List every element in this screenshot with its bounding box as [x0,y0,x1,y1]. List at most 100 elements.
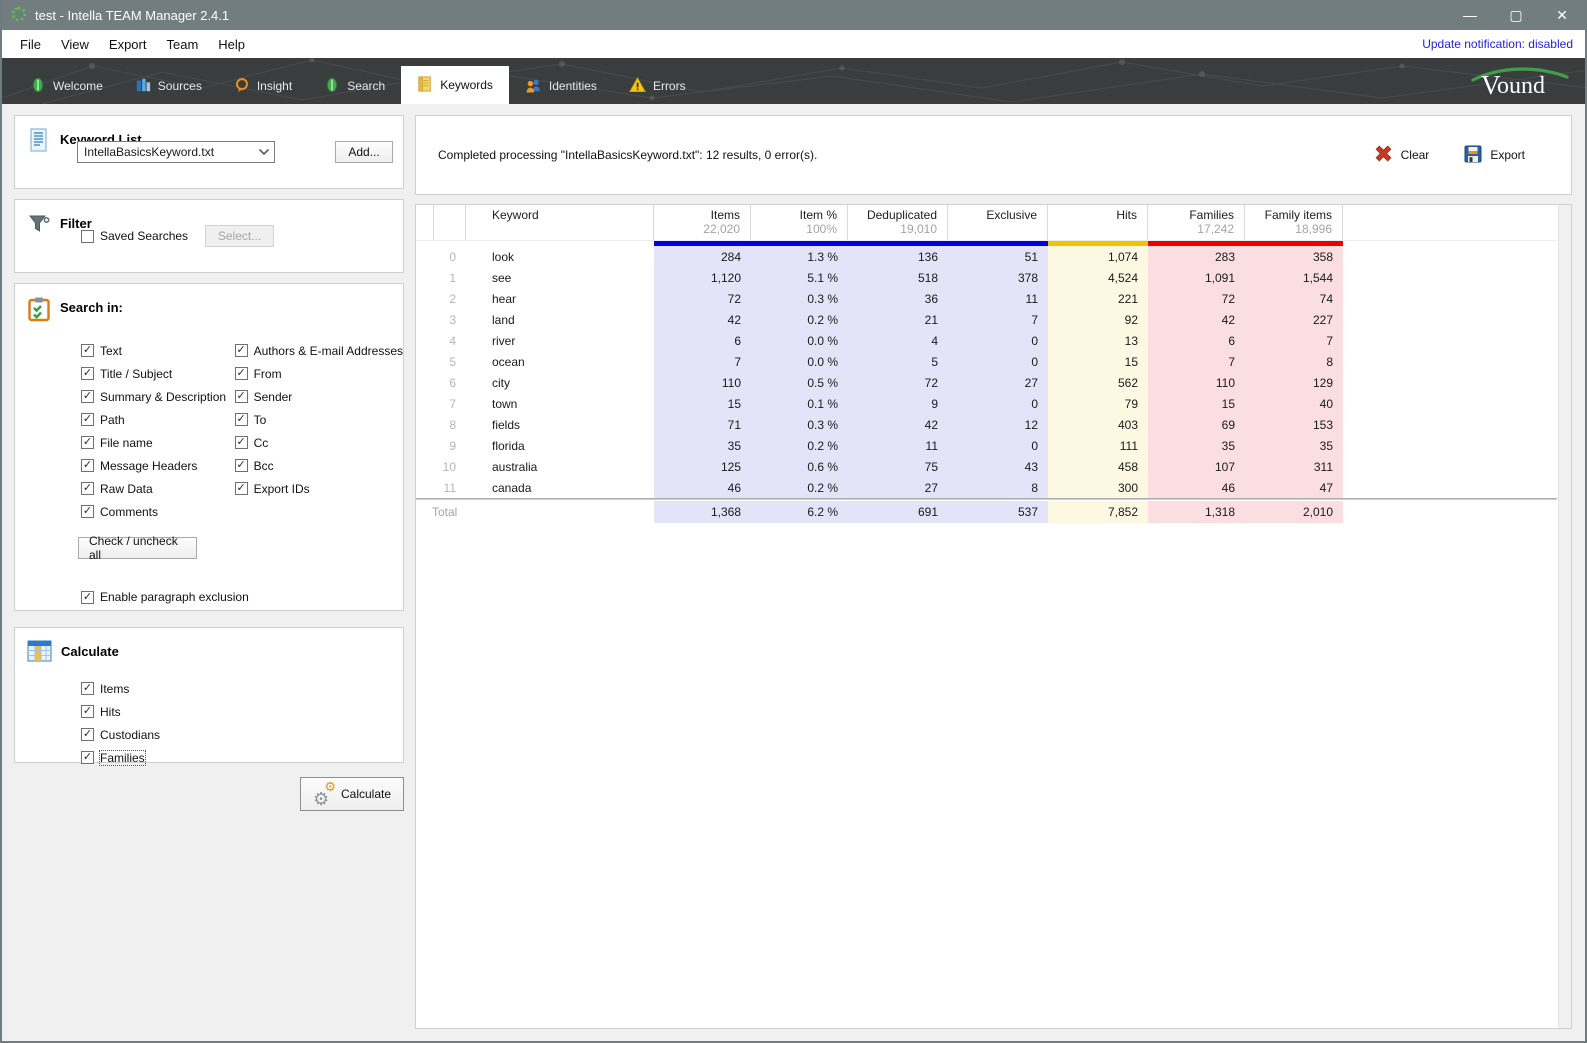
close-button[interactable]: ✕ [1539,0,1585,30]
checkbox-checked[interactable]: ✓ [81,390,94,403]
calculate-option-families[interactable]: ✓Families [81,746,403,769]
search-in-option-to[interactable]: ✓To [235,408,403,431]
table-row[interactable]: 2hear720.3 %36112217274 [416,288,1557,309]
minimize-button[interactable]: — [1447,0,1493,30]
tab-insight[interactable]: Insight [218,68,308,104]
export-button[interactable]: Export [1463,144,1525,167]
checkbox-checked[interactable]: ✓ [81,682,94,695]
table-row[interactable]: 8fields710.3 %421240369153 [416,414,1557,435]
search-in-right-column: ✓Authors & E-mail Addresses✓From✓Sender✓… [235,339,403,523]
keyword-list-dropdown[interactable]: IntellaBasicsKeyword.txt [77,141,275,163]
value-cell-families: 72 [1148,288,1245,309]
tab-identities[interactable]: Identities [509,68,613,104]
search-in-option-message-headers[interactable]: ✓Message Headers [81,454,235,477]
value-cell-family-items: 358 [1245,246,1343,267]
search-in-option-bcc[interactable]: ✓Bcc [235,454,403,477]
calculate-button[interactable]: ⚙⚙ Calculate [300,777,404,811]
table-row[interactable]: 0look2841.3 %136511,074283358 [416,246,1557,267]
update-notification-link[interactable]: Update notification: disabled [1422,37,1573,51]
search-in-option-title-subject[interactable]: ✓Title / Subject [81,362,235,385]
column-header-items[interactable]: Items22,020 [654,205,751,240]
checkbox-checked[interactable]: ✓ [81,459,94,472]
checkbox-checked[interactable]: ✓ [81,591,94,604]
checkbox-unchecked[interactable] [81,230,94,243]
column-header-deduplicated[interactable]: Deduplicated19,010 [848,205,948,240]
search-in-option-from[interactable]: ✓From [235,362,403,385]
table-row[interactable]: 7town150.1 %90791540 [416,393,1557,414]
checkbox-checked[interactable]: ✓ [235,344,248,357]
checkbox-checked[interactable]: ✓ [235,459,248,472]
row-select-cell [416,456,434,477]
row-number: 3 [434,309,466,330]
select-saved-searches-button[interactable]: Select... [205,225,274,247]
tab-search[interactable]: Search [308,68,401,104]
search-in-option-export-ids[interactable]: ✓Export IDs [235,477,403,500]
search-in-option-authors-e-mail-addresses[interactable]: ✓Authors & E-mail Addresses [235,339,403,362]
checkbox-checked[interactable]: ✓ [81,751,94,764]
checkbox-checked[interactable]: ✓ [235,390,248,403]
checkbox-checked[interactable]: ✓ [81,436,94,449]
table-row[interactable]: 1see1,1205.1 %5183784,5241,0911,544 [416,267,1557,288]
check-uncheck-all-button[interactable]: Check / uncheck all [78,537,197,559]
search-in-option-path[interactable]: ✓Path [81,408,235,431]
checkbox-checked[interactable]: ✓ [235,436,248,449]
checkbox-checked[interactable]: ✓ [235,482,248,495]
menu-help[interactable]: Help [208,33,255,56]
table-row[interactable]: 3land420.2 %2179242227 [416,309,1557,330]
tab-errors[interactable]: Errors [613,68,702,104]
column-header-keyword[interactable]: Keyword [466,205,654,240]
value-cell-deduplicated: 5 [848,351,948,372]
table-row[interactable]: 5ocean70.0 %501578 [416,351,1557,372]
value-cell-item: 0.2 % [751,477,848,498]
search-in-option-cc[interactable]: ✓Cc [235,431,403,454]
tab-keywords[interactable]: Keywords [401,66,509,104]
calculate-option-hits[interactable]: ✓Hits [81,700,403,723]
column-header-exclusive[interactable]: Exclusive [948,205,1048,240]
value-cell-deduplicated: 27 [848,477,948,498]
checkbox-checked[interactable]: ✓ [81,505,94,518]
checkbox-checked[interactable]: ✓ [81,413,94,426]
row-select-cell [416,351,434,372]
search-in-option-text[interactable]: ✓ Text [81,339,235,362]
menu-file[interactable]: File [10,33,51,56]
checkbox-label: Text [100,344,122,358]
table-row[interactable]: 4river60.0 %401367 [416,330,1557,351]
menu-export[interactable]: Export [99,33,157,56]
table-row[interactable]: 10australia1250.6 %7543458107311 [416,456,1557,477]
column-label: Hits [1116,208,1137,222]
menu-view[interactable]: View [51,33,99,56]
table-total-row: Total1,3686.2 %6915377,8521,3182,010 [416,501,1557,523]
column-header-hits[interactable]: Hits [1048,205,1148,240]
tab-welcome[interactable]: Welcome [14,68,119,104]
saved-searches-checkbox[interactable]: Saved Searches [81,229,188,243]
enable-paragraph-exclusion-checkbox[interactable]: ✓ Enable paragraph exclusion [81,590,403,604]
menu-team[interactable]: Team [156,33,208,56]
checkbox-checked[interactable]: ✓ [81,482,94,495]
add-keyword-list-button[interactable]: Add... [335,141,393,163]
checkbox-checked[interactable]: ✓ [81,367,94,380]
clear-button[interactable]: Clear [1373,143,1430,167]
checkbox-checked[interactable]: ✓ [81,705,94,718]
column-header-family-items[interactable]: Family items18,996 [1245,205,1343,240]
search-in-option-raw-data[interactable]: ✓Raw Data [81,477,235,500]
search-in-option-sender[interactable]: ✓Sender [235,385,403,408]
calculate-option-items[interactable]: ✓Items [81,677,403,700]
table-row[interactable]: 6city1100.5 %7227562110129 [416,372,1557,393]
checkbox-checked[interactable]: ✓ [81,728,94,741]
column-header-families[interactable]: Families17,242 [1148,205,1245,240]
tab-sources[interactable]: Sources [119,68,218,104]
checkbox-checked[interactable]: ✓ [81,344,94,357]
search-in-option-comments[interactable]: ✓Comments [81,500,235,523]
checkbox-checked[interactable]: ✓ [235,413,248,426]
table-row[interactable]: 11canada460.2 %2783004647 [416,477,1557,498]
maximize-button[interactable]: ▢ [1493,0,1539,30]
search-in-option-file-name[interactable]: ✓File name [81,431,235,454]
column-header-item[interactable]: Item %100% [751,205,848,240]
search-in-option-summary-description[interactable]: ✓Summary & Description [81,385,235,408]
row-select-cell [416,288,434,309]
table-row[interactable]: 9florida350.2 %1101113535 [416,435,1557,456]
calculate-option-custodians[interactable]: ✓Custodians [81,723,403,746]
vertical-scrollbar[interactable] [1558,205,1571,1028]
checkbox-checked[interactable]: ✓ [235,367,248,380]
value-cell-deduplicated: 518 [848,267,948,288]
